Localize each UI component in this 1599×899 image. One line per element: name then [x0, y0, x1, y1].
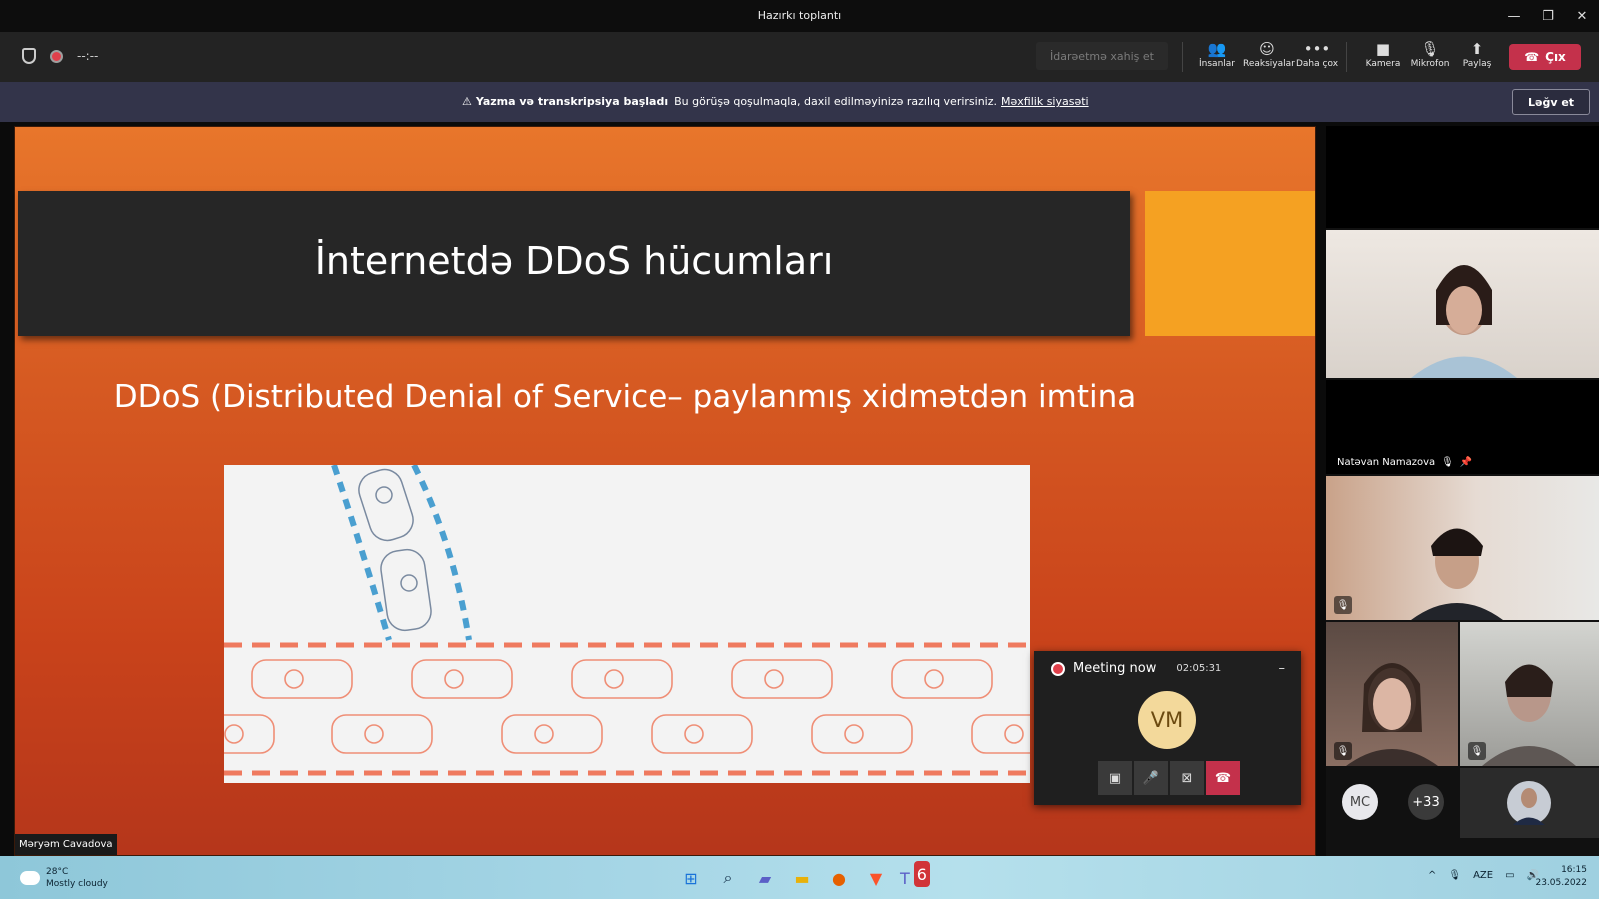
camera-off-icon[interactable]: ▣	[1098, 761, 1132, 795]
cloud-icon	[20, 871, 40, 885]
windows-taskbar: 28°C Mostly cloudy ⊞ ⌕ ▰ ▬ ● ▼ T6 ^ 🎙 AZ…	[0, 856, 1599, 899]
participant-tile[interactable]: 🎙	[1460, 622, 1599, 766]
people-label: İnsanlar	[1199, 59, 1235, 69]
reactions-label: Reaksiyalar	[1243, 59, 1295, 69]
camera-button[interactable]: ■ Kamera	[1359, 39, 1407, 77]
mic-icon[interactable]: 🎤	[1134, 761, 1168, 795]
share-icon: ⬆	[1470, 40, 1484, 58]
mic-off-icon: 🎙	[1334, 742, 1352, 760]
meeting-timer: --:--	[77, 49, 99, 63]
dismiss-button[interactable]: Ləğv et	[1512, 89, 1590, 115]
more-participants-button[interactable]: +33	[1408, 784, 1444, 820]
participant-tile[interactable]: Natəvan Namazova 🎙 📌	[1326, 380, 1599, 474]
camera-off-icon: ■	[1375, 40, 1391, 58]
request-control-button[interactable]: İdarəetmə xahiş et	[1036, 42, 1168, 70]
more-icon: •••	[1303, 40, 1331, 58]
network-icon[interactable]: ▭	[1505, 870, 1514, 881]
clock-date: 23.05.2022	[1535, 878, 1587, 888]
participant-tile[interactable]	[1460, 768, 1599, 838]
people-button[interactable]: 👥 İnsanlar	[1193, 39, 1241, 77]
participant-tile[interactable]	[1326, 126, 1599, 228]
participant-tile[interactable]	[1326, 230, 1599, 378]
meeting-toolbar: --:-- İdarəetmə xahiş et 👥 İnsanlar ☺ Re…	[0, 32, 1599, 82]
microphone-label: Mikrofon	[1410, 59, 1450, 69]
slide-title-box: İnternetdə DDoS hücumları	[18, 191, 1130, 336]
notification-badge: 6	[913, 861, 930, 887]
mic-off-icon: 🎙	[1420, 40, 1440, 58]
microphone-button[interactable]: 🎙 Mikrofon	[1406, 39, 1454, 77]
recording-banner: ⚠ Yazma və transkripsiya başladı Bu görüşə…	[0, 82, 1599, 122]
recording-icon	[1051, 661, 1065, 676]
slide-accent-box	[1145, 191, 1315, 336]
participant-video	[1411, 528, 1503, 620]
window-titlebar: Hazırkı toplantı — ❐ ✕	[0, 0, 1599, 32]
clock-time: 16:15	[1561, 865, 1587, 875]
window-title: Hazırkı toplantı	[757, 9, 842, 22]
mini-meeting-time: 02:05:31	[1176, 663, 1222, 674]
banner-title: Yazma və transkripsiya başladı	[475, 95, 669, 108]
weather-temperature: 28°C	[46, 867, 69, 877]
participant-chip[interactable]: MC	[1342, 784, 1378, 820]
toolbar-divider	[1182, 42, 1183, 72]
share-button[interactable]: ⬆ Paylaş	[1453, 39, 1501, 77]
windows-start-icon[interactable]: ⊞	[678, 865, 704, 891]
reactions-button[interactable]: ☺ Reaksiyalar	[1243, 39, 1295, 77]
language-indicator[interactable]: AZE	[1473, 870, 1493, 881]
shield-icon[interactable]	[22, 48, 36, 64]
cars-road-graphic	[224, 465, 1030, 776]
chevron-up-icon[interactable]: ^	[1428, 870, 1436, 881]
leave-button[interactable]: ☎ Çıx	[1509, 44, 1581, 70]
traffic-illustration	[224, 465, 1030, 783]
restore-icon[interactable]: ❐	[1531, 0, 1565, 32]
mic-icon[interactable]: 🎙	[1448, 870, 1461, 881]
phone-hangup-icon[interactable]: ☎	[1206, 761, 1240, 795]
more-button[interactable]: ••• Daha çox	[1293, 39, 1341, 77]
participant-name: Natəvan Namazova	[1337, 457, 1436, 468]
camera-label: Kamera	[1365, 59, 1401, 69]
reactions-icon: ☺	[1259, 40, 1275, 58]
toolbar-divider	[1346, 42, 1347, 72]
presenter-name: Məryəm Cavadova	[15, 834, 117, 855]
slide-title: İnternetdə DDoS hücumları	[314, 239, 834, 283]
mic-off-icon: 🎙	[1468, 742, 1486, 760]
minimize-icon[interactable]: —	[1497, 0, 1531, 32]
people-icon: 👥	[1207, 40, 1227, 58]
warning-icon: ⚠	[462, 95, 472, 108]
system-clock[interactable]: 16:15 23.05.2022	[1535, 864, 1587, 890]
banner-text: Bu görüşə qoşulmaqla, daxil edilməyinizə…	[674, 95, 998, 108]
search-icon[interactable]: ⌕	[715, 865, 741, 891]
participant-gallery: Natəvan Namazova 🎙 📌 🎙 🎙 🎙 MC +33	[1326, 126, 1599, 856]
minimize-icon[interactable]: –	[1279, 661, 1286, 676]
mic-off-icon: 🎙	[1441, 457, 1454, 468]
file-explorer-icon[interactable]: ▬	[789, 865, 815, 891]
weather-condition: Mostly cloudy	[46, 879, 108, 889]
leave-label: Çıx	[1545, 50, 1566, 64]
participant-video	[1411, 265, 1517, 378]
mini-meeting-name: Meeting now	[1073, 661, 1157, 676]
weather-widget[interactable]: 28°C Mostly cloudy	[20, 866, 108, 890]
mic-off-icon: 🎙	[1334, 596, 1352, 614]
participant-tile[interactable]: 🎙	[1326, 476, 1599, 620]
pin-icon[interactable]: 📌	[1460, 457, 1472, 468]
phone-hangup-icon: ☎	[1524, 50, 1540, 64]
teams-icon[interactable]: T6	[900, 861, 930, 891]
stop-share-icon[interactable]: ⊠	[1170, 761, 1204, 795]
participant-tile[interactable]: 🎙	[1326, 622, 1458, 766]
brave-icon[interactable]: ▼	[863, 865, 889, 891]
firefox-icon[interactable]: ●	[826, 865, 852, 891]
avatar	[1507, 781, 1551, 825]
share-label: Paylaş	[1462, 59, 1492, 69]
privacy-policy-link[interactable]: Məxfilik siyasəti	[1001, 95, 1089, 108]
chat-icon[interactable]: ▰	[752, 865, 778, 891]
recording-icon	[50, 49, 63, 63]
meeting-mini-window[interactable]: Meeting now 02:05:31 – VM ▣ 🎤 ⊠ ☎	[1034, 651, 1301, 805]
avatar: VM	[1138, 691, 1196, 749]
more-label: Daha çox	[1295, 59, 1339, 69]
slide-subtitle: DDoS (Distributed Denial of Service– pay…	[113, 379, 1137, 415]
close-icon[interactable]: ✕	[1565, 0, 1599, 32]
